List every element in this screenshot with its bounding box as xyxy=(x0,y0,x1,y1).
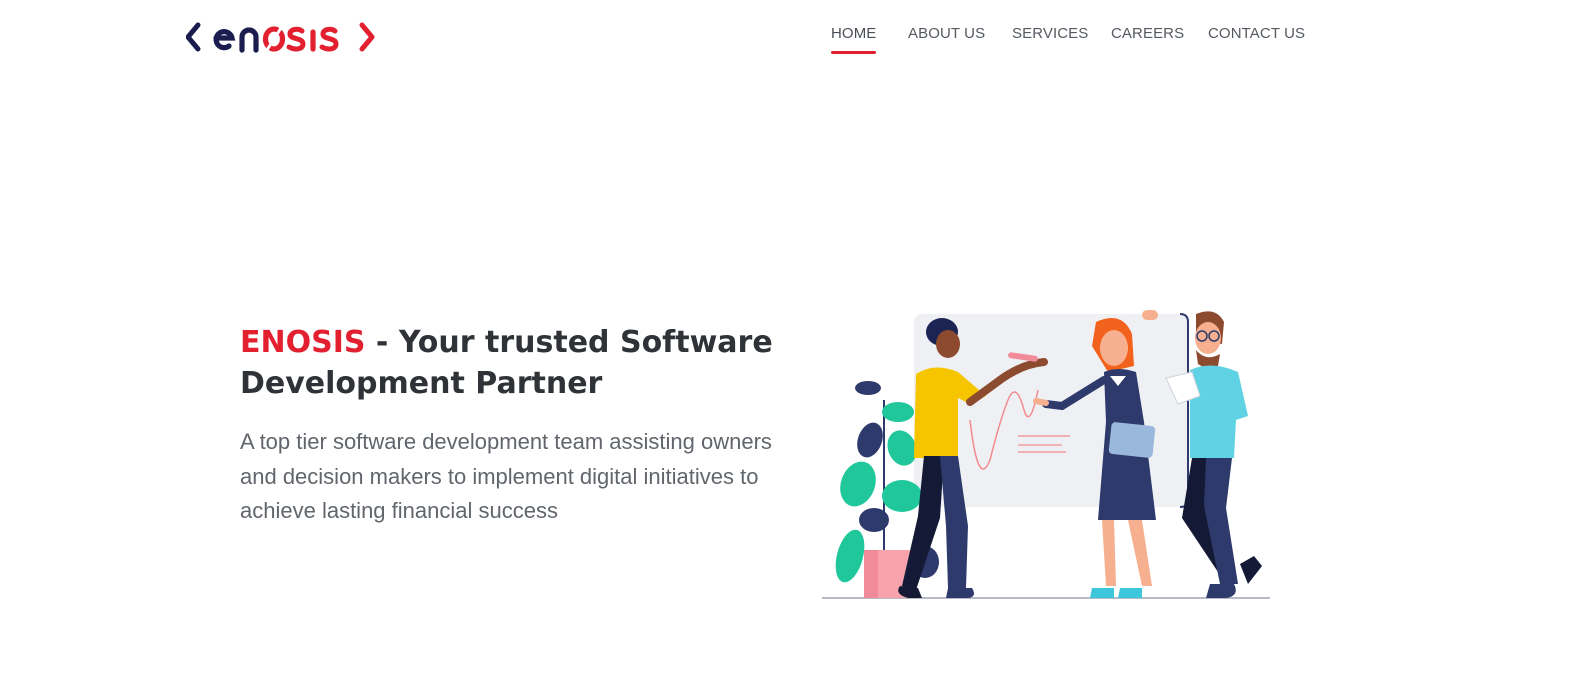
hero-description: A top tier software development team ass… xyxy=(240,429,772,523)
nav-services[interactable]: SERVICES xyxy=(1012,25,1088,42)
nav-home[interactable]: HOME xyxy=(831,25,877,54)
team-collaboration-illustration xyxy=(822,310,1270,599)
nav-about-us-label: ABOUT US xyxy=(908,25,986,42)
nav-contact-us-label: CONTACT US xyxy=(1208,25,1306,42)
nav-home-label: HOME xyxy=(831,25,877,42)
hero-title: ENOSIS - Your trusted Software Developme… xyxy=(240,322,800,404)
nav-careers-label: CAREERS xyxy=(1111,25,1185,42)
nav-contact-us[interactable]: CONTACT US xyxy=(1208,25,1305,42)
nav-active-underline xyxy=(831,51,877,54)
nav-about-us[interactable]: ABOUT US xyxy=(908,25,985,42)
hero-brand-name: ENOSIS xyxy=(240,325,366,360)
nav-services-label: SERVICES xyxy=(1012,25,1089,42)
nav-careers[interactable]: CAREERS xyxy=(1111,25,1184,42)
main-nav: HOME ABOUT US SERVICES CAREERS CONTACT U… xyxy=(0,25,1584,65)
